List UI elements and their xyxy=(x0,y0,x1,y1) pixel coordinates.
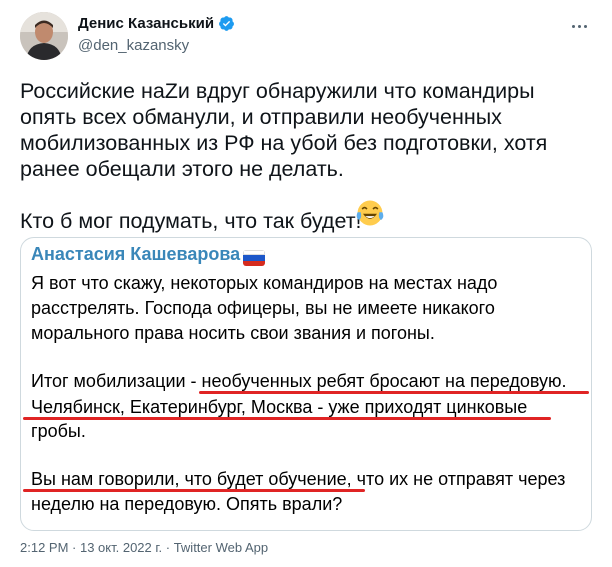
tweet: Денис Казанський @den_kazansky Российски… xyxy=(0,0,612,567)
card-line: морального права носить свои звания и по… xyxy=(31,323,435,343)
quoted-screenshot-card[interactable]: Анастасия Кашеварова Я вот что скажу, не… xyxy=(20,237,592,531)
tweet-timestamp[interactable]: 2:12 PM · 13 окт. 2022 г. · Twitter Web … xyxy=(20,540,268,555)
card-line: расстрелять. Господа офицеры, вы не имее… xyxy=(31,298,495,318)
verified-badge-icon xyxy=(219,16,234,31)
red-underline xyxy=(23,417,551,420)
red-underline xyxy=(23,489,365,492)
card-line: гробы. xyxy=(31,421,86,441)
card-line: Челябинск, Екатеринбург, Москва - уже пр… xyxy=(31,397,528,417)
more-options-icon[interactable] xyxy=(566,16,592,36)
card-line: Вы нам говорили, что будет обучение, что… xyxy=(31,469,566,489)
tweet-text: Российские наZи вдруг обнаружили что ком… xyxy=(20,79,548,233)
name-row: Денис Казанський xyxy=(78,15,235,32)
card-line: Я вот что скажу, некоторых командиров на… xyxy=(31,273,498,293)
russia-flag-icon xyxy=(243,250,265,266)
handle[interactable]: @den_kazansky xyxy=(78,37,189,54)
card-line: Итог мобилизации - необученных ребят бро… xyxy=(31,371,567,391)
red-underline xyxy=(199,391,589,394)
display-name[interactable]: Денис Казанський xyxy=(78,15,214,32)
card-line: неделю на передовую. Опять врали? xyxy=(31,494,343,514)
avatar[interactable] xyxy=(20,12,68,60)
avatar-photo-icon xyxy=(20,12,68,60)
card-author: Анастасия Кашеварова xyxy=(31,244,241,264)
face-with-tears-of-joy-icon xyxy=(356,200,384,226)
